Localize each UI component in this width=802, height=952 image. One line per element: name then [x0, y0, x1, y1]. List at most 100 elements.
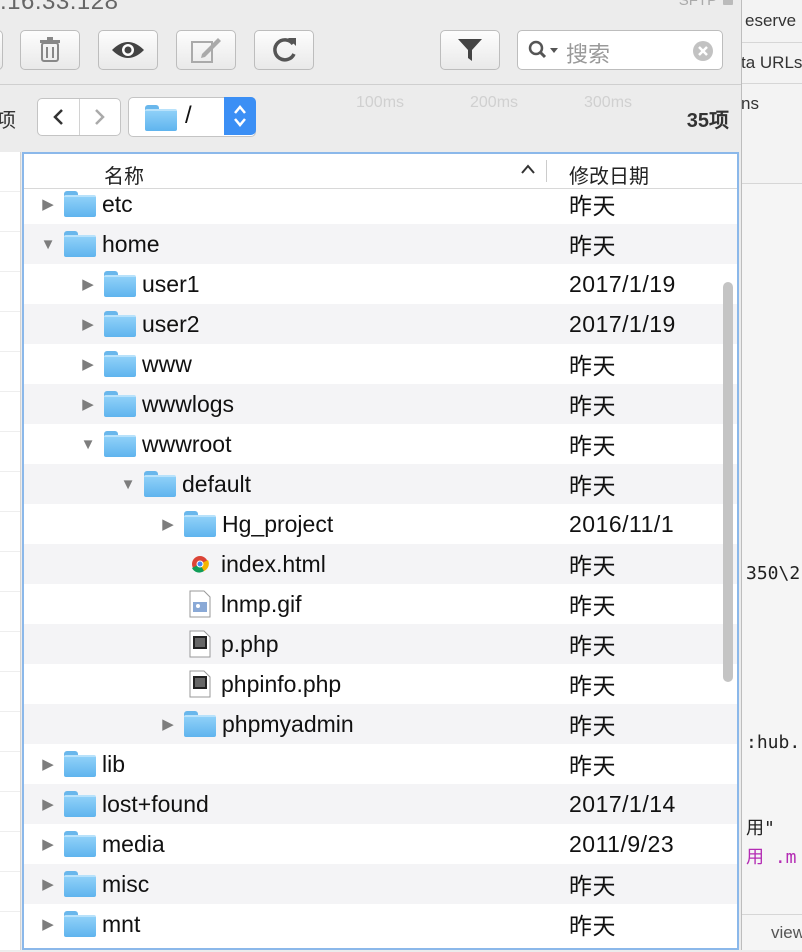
trash-icon [40, 37, 60, 62]
protocol-badge: SFTP [679, 0, 733, 9]
disclosure-collapsed-icon[interactable]: ▶ [80, 276, 96, 293]
name-cell: ▼ wwwroot [80, 424, 231, 464]
bg-code-line: :hub. [746, 732, 801, 753]
clear-search-icon[interactable] [692, 40, 714, 62]
file-row[interactable]: ▶ etc 昨天 [24, 184, 737, 224]
name-cell: ▶ Hg_project [160, 504, 333, 544]
left-pane-row[interactable] [0, 632, 20, 672]
name-cell: ▶ user2 [80, 304, 200, 344]
file-row[interactable]: ▶ Hg_project 2016/11/1 [24, 504, 737, 544]
chrome-file-icon [189, 550, 211, 578]
file-row[interactable]: lnmp.gif 昨天 [24, 584, 737, 624]
file-row[interactable]: ▶ misc 昨天 [24, 864, 737, 904]
path-popup[interactable]: / [128, 97, 256, 137]
file-row[interactable]: ▼ wwwroot 昨天 [24, 424, 737, 464]
file-row[interactable]: ▶ lib 昨天 [24, 744, 737, 784]
image-file-icon [189, 590, 211, 618]
folder-icon [64, 831, 96, 857]
disclosure-collapsed-icon[interactable]: ▶ [160, 716, 176, 733]
disclosure-collapsed-icon[interactable]: ▶ [40, 756, 56, 773]
file-name: lib [102, 750, 126, 777]
modified-date: 昨天 [569, 593, 616, 619]
disclosure-collapsed-icon[interactable]: ▶ [80, 356, 96, 373]
left-pane-row[interactable] [0, 352, 20, 392]
disclosure-collapsed-icon[interactable]: ▶ [40, 196, 56, 213]
forward-button[interactable] [78, 99, 121, 135]
name-cell: ▶ phpmyadmin [160, 704, 354, 744]
file-row[interactable]: ▼ home 昨天 [24, 224, 737, 264]
left-pane-row[interactable] [0, 552, 20, 592]
file-row[interactable]: ▼ default 昨天 [24, 464, 737, 504]
left-pane-row[interactable] [0, 752, 20, 792]
search-icon [528, 40, 558, 59]
modified-date: 昨天 [569, 473, 616, 499]
file-row[interactable]: ▶ mnt 昨天 [24, 904, 737, 944]
file-row[interactable]: ▶ media 2011/9/23 [24, 824, 737, 864]
folder-icon [184, 511, 216, 537]
left-pane-row[interactable] [0, 392, 20, 432]
navigation-bar: 项 / 35项 100ms 200ms 300ms [0, 84, 741, 152]
file-row[interactable]: ▶ www 昨天 [24, 344, 737, 384]
left-pane-row[interactable] [0, 272, 20, 312]
disclosure-collapsed-icon[interactable]: ▶ [80, 396, 96, 413]
preview-button[interactable] [98, 30, 158, 70]
left-pane-row[interactable] [0, 712, 20, 752]
left-pane-row[interactable] [0, 192, 20, 232]
disclosure-expanded-icon[interactable]: ▼ [80, 436, 96, 453]
disclosure-collapsed-icon[interactable]: ▶ [40, 796, 56, 813]
left-pane-row[interactable] [0, 232, 20, 272]
left-pane-row[interactable] [0, 472, 20, 512]
file-name: phpinfo.php [221, 670, 342, 697]
left-pane-row[interactable] [0, 832, 20, 872]
left-pane-row[interactable] [0, 312, 20, 352]
left-pane-row[interactable] [0, 432, 20, 472]
file-row[interactable]: phpinfo.php 昨天 [24, 664, 737, 704]
vertical-scrollbar[interactable] [723, 282, 733, 682]
file-row[interactable]: ▶ lost+found 2017/1/14 [24, 784, 737, 824]
file-row[interactable]: p.php 昨天 [24, 624, 737, 664]
file-row[interactable]: ▶ phpmyadmin 昨天 [24, 704, 737, 744]
file-name: p.php [221, 630, 279, 657]
name-cell: ▶ misc [40, 864, 149, 904]
modified-date: 昨天 [569, 873, 616, 899]
bg-code-line: 用" [746, 818, 775, 839]
modified-date: 昨天 [569, 433, 616, 459]
file-row[interactable]: ▶ wwwlogs 昨天 [24, 384, 737, 424]
back-button[interactable] [38, 99, 79, 135]
disclosure-collapsed-icon[interactable]: ▶ [40, 836, 56, 853]
file-name: user2 [142, 310, 200, 337]
partial-button[interactable] [0, 30, 3, 70]
file-row[interactable]: ▶ user1 2017/1/19 [24, 264, 737, 304]
search-field[interactable]: 搜索 [517, 30, 723, 70]
disclosure-expanded-icon[interactable]: ▼ [40, 236, 56, 253]
left-pane-row[interactable] [0, 592, 20, 632]
bg-code-line: 用 .m [746, 847, 797, 868]
disclosure-collapsed-icon[interactable]: ▶ [40, 876, 56, 893]
file-row[interactable]: ▶ user2 2017/1/19 [24, 304, 737, 344]
refresh-button[interactable] [254, 30, 314, 70]
disclosure-expanded-icon[interactable]: ▼ [120, 476, 136, 493]
left-pane-row[interactable] [0, 152, 20, 192]
modified-date: 昨天 [569, 193, 616, 219]
left-pane-row[interactable] [0, 912, 20, 952]
name-cell: ▶ lost+found [40, 784, 209, 824]
path-stepper[interactable] [224, 97, 256, 135]
folder-icon [104, 311, 136, 337]
disclosure-collapsed-icon[interactable]: ▶ [40, 916, 56, 933]
disclosure-collapsed-icon[interactable]: ▶ [160, 516, 176, 533]
folder-icon [64, 231, 96, 257]
left-pane-row[interactable] [0, 872, 20, 912]
edit-button[interactable] [176, 30, 236, 70]
refresh-icon [273, 38, 296, 62]
delete-button[interactable] [20, 30, 80, 70]
file-name: Hg_project [222, 510, 334, 537]
file-row[interactable]: index.html 昨天 [24, 544, 737, 584]
chevron-up-down-icon [234, 105, 246, 127]
modified-date: 2017/1/19 [569, 270, 676, 297]
left-pane-row[interactable] [0, 512, 20, 552]
filter-button[interactable] [440, 30, 500, 70]
left-pane-row[interactable] [0, 672, 20, 712]
left-pane-row[interactable] [0, 792, 20, 832]
disclosure-collapsed-icon[interactable]: ▶ [80, 316, 96, 333]
